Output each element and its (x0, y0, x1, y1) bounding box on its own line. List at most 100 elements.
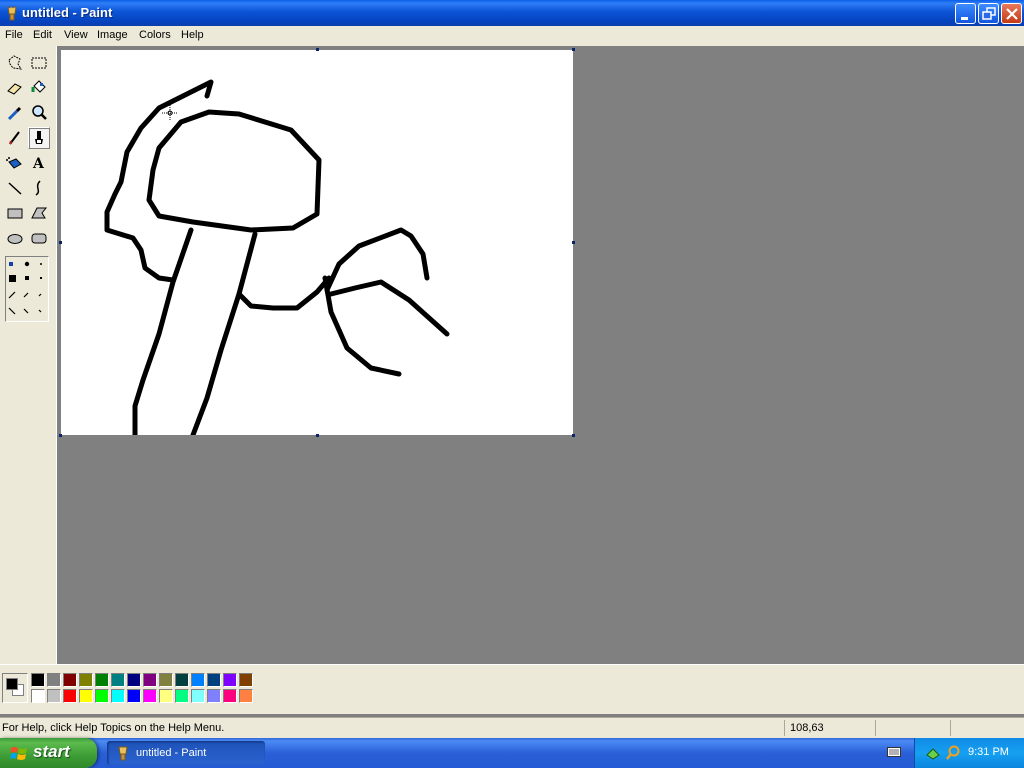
color-swatch[interactable] (207, 689, 221, 703)
taskbar-item-paint[interactable]: untitled - Paint (107, 741, 265, 765)
menu-help[interactable]: Help (181, 29, 204, 41)
color-swatch[interactable] (111, 673, 125, 687)
title-bar[interactable]: untitled - Paint (0, 0, 1024, 26)
color-swatch[interactable] (143, 673, 157, 687)
resize-handle-left (59, 241, 62, 244)
resize-handle-right[interactable] (572, 241, 575, 244)
menu-edit[interactable]: Edit (33, 29, 52, 41)
select-tool[interactable] (28, 52, 50, 74)
brush-shape-slash-large[interactable] (8, 291, 16, 299)
start-button[interactable]: start (0, 738, 97, 768)
fill-with-color-tool[interactable] (28, 77, 50, 99)
menu-file[interactable]: File (5, 29, 23, 41)
rounded-rectangle-icon (31, 233, 47, 244)
color-swatch[interactable] (79, 689, 93, 703)
search-icon[interactable] (945, 745, 961, 761)
color-swatch[interactable] (223, 689, 237, 703)
drawing-stroke-loop (236, 275, 332, 311)
brush-shape-backslash-small[interactable] (38, 309, 42, 313)
color-swatch[interactable] (95, 689, 109, 703)
brush-shape-round-medium[interactable] (24, 261, 30, 267)
color-swatch[interactable] (31, 673, 45, 687)
minimize-button[interactable] (955, 3, 976, 24)
polygon-tool[interactable] (28, 202, 50, 224)
pencil-icon (9, 131, 20, 145)
menu-view[interactable]: View (64, 29, 88, 41)
color-swatch[interactable] (47, 673, 61, 687)
current-colors (2, 673, 28, 703)
keyboard-icon[interactable] (887, 746, 901, 758)
rectangle-tool[interactable] (4, 202, 26, 224)
color-swatch[interactable] (111, 689, 125, 703)
brush-shape-square-large[interactable] (9, 275, 16, 282)
close-icon (1006, 8, 1018, 20)
color-swatch[interactable] (63, 673, 77, 687)
taskbar-item-label: untitled - Paint (136, 747, 207, 759)
resize-handle-bottom-right[interactable] (572, 434, 575, 437)
menu-colors[interactable]: Colors (139, 29, 171, 41)
eyedropper-icon (7, 106, 22, 121)
line-tool[interactable] (4, 177, 26, 199)
rounded-rectangle-tool[interactable] (28, 227, 50, 249)
free-form-select-tool[interactable] (4, 52, 26, 74)
minimize-icon (961, 17, 968, 20)
color-swatch[interactable] (207, 673, 221, 687)
brush-shape-backslash-medium[interactable] (23, 308, 29, 314)
color-swatch[interactable] (159, 689, 173, 703)
airbrush-tool[interactable] (4, 152, 26, 174)
brush-shape-round-large[interactable] (9, 262, 13, 266)
brush-shape-slash-small[interactable] (38, 293, 42, 297)
text-tool[interactable]: A (28, 152, 50, 174)
color-swatch[interactable] (191, 689, 205, 703)
color-swatch[interactable] (159, 673, 173, 687)
magnifier-tool[interactable] (28, 102, 50, 124)
maximize-button[interactable] (978, 3, 999, 24)
color-swatch[interactable] (175, 673, 189, 687)
color-swatch[interactable] (127, 673, 141, 687)
brush-shape-round-small[interactable] (40, 263, 42, 265)
brush-shape-square-small[interactable] (40, 277, 42, 279)
drawing-canvas[interactable] (59, 48, 575, 438)
color-swatch[interactable] (239, 689, 253, 703)
color-swatch[interactable] (191, 673, 205, 687)
color-swatch[interactable] (31, 689, 45, 703)
brush-shape-square-medium[interactable] (25, 276, 29, 280)
paint-icon (118, 746, 128, 761)
eraser-tool[interactable] (4, 77, 26, 99)
start-label: start (33, 742, 70, 761)
airbrush-icon (6, 157, 22, 169)
windows-logo-icon (10, 747, 27, 760)
resize-handle-bottom[interactable] (316, 434, 319, 437)
curve-tool[interactable] (28, 177, 50, 199)
color-swatch[interactable] (127, 689, 141, 703)
menu-image[interactable]: Image (97, 29, 128, 41)
polygon-icon (31, 207, 48, 219)
pencil-tool[interactable] (4, 127, 26, 149)
resize-handle-bottom-left (59, 434, 62, 437)
color-swatch[interactable] (143, 689, 157, 703)
color-swatch[interactable] (95, 673, 109, 687)
fill-bucket-icon (31, 80, 46, 93)
menu-bar: File Edit View Image Colors Help (0, 26, 1024, 46)
color-swatch[interactable] (63, 689, 77, 703)
cursor-coordinates: 108,63 (790, 722, 824, 734)
color-swatch[interactable] (47, 689, 61, 703)
network-icon[interactable] (925, 745, 941, 761)
canvas-drawing (104, 79, 450, 438)
color-swatch[interactable] (79, 673, 93, 687)
color-swatch[interactable] (239, 673, 253, 687)
workspace (58, 46, 1024, 664)
color-swatch[interactable] (175, 689, 189, 703)
pick-color-tool[interactable] (4, 102, 26, 124)
magnifier-icon (32, 105, 47, 120)
taskbar: start untitled - Paint 9:31 PM (0, 738, 1024, 768)
brush-tool[interactable] (28, 127, 50, 149)
restore-icon (982, 7, 996, 20)
color-swatch[interactable] (223, 673, 237, 687)
drawing-stroke-hook (104, 79, 214, 283)
status-bar: For Help, click Help Topics on the Help … (0, 717, 1024, 738)
close-button[interactable] (1001, 3, 1022, 24)
brush-shape-slash-medium[interactable] (23, 292, 29, 298)
brush-shape-backslash-large[interactable] (8, 307, 16, 315)
ellipse-tool[interactable] (4, 227, 26, 249)
